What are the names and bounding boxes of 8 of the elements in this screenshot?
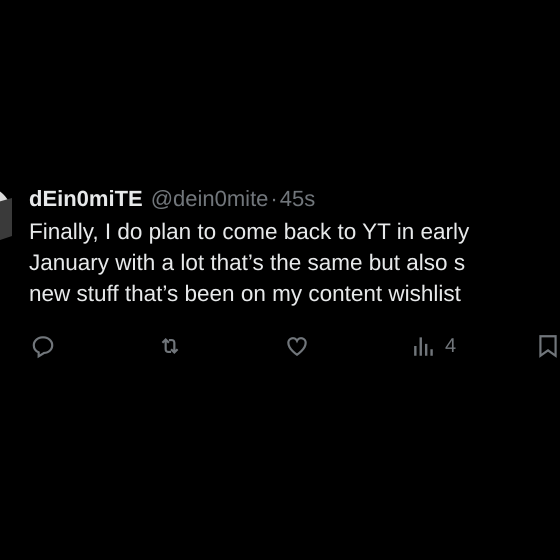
post-text-line: January with a lot that’s the same but also s — [29, 249, 466, 277]
views-button[interactable]: 4 — [411, 331, 456, 361]
display-name[interactable]: dEin0miTE — [29, 182, 143, 215]
timestamp[interactable]: 45s — [280, 182, 316, 215]
post-text-line: new stuff that’s been on my content wishlist — [29, 280, 462, 308]
post-text-line: Finally, I do plan to come back to YT in early — [29, 218, 470, 246]
user-handle[interactable]: @dein0mite — [150, 182, 268, 215]
separator: · — [270, 185, 278, 213]
